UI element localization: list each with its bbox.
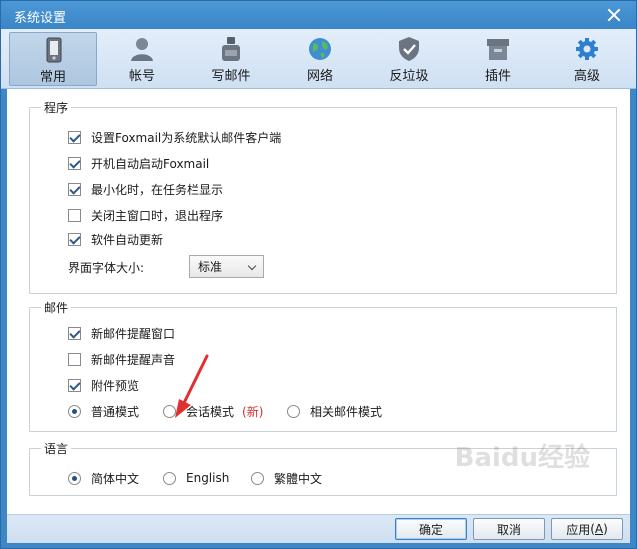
group-title: 邮件 bbox=[41, 299, 72, 316]
new-mail-popup-option[interactable]: 新邮件提醒窗口 bbox=[68, 324, 175, 342]
chevron-down-icon bbox=[247, 261, 257, 271]
option-label: 开机自动启动Foxmail bbox=[91, 156, 210, 171]
watermark: Baidu经验 bbox=[454, 443, 590, 473]
option-label: 新邮件提醒声音 bbox=[91, 352, 176, 367]
simplified-chinese-option[interactable]: 简体中文 bbox=[68, 469, 139, 487]
group-title: 语言 bbox=[41, 440, 72, 457]
ink-bottle-icon bbox=[222, 37, 240, 61]
radio-button[interactable] bbox=[68, 404, 81, 418]
tab-advanced[interactable]: 高级 bbox=[543, 32, 631, 86]
tab-label: 插件 bbox=[484, 69, 511, 84]
close-exit-option[interactable]: 关闭主窗口时，退出程序 bbox=[68, 206, 223, 224]
radio-button[interactable] bbox=[163, 404, 176, 418]
apply-button[interactable]: 应用(A) bbox=[551, 518, 623, 540]
window-title: 系统设置 bbox=[14, 11, 67, 26]
checkbox[interactable] bbox=[68, 156, 81, 170]
close-icon[interactable] bbox=[604, 5, 624, 25]
category-toolbar: 常用 帐号 写邮件 网络 反垃圾 插件 高级 bbox=[1, 29, 636, 89]
option-label: 繁體中文 bbox=[274, 471, 323, 486]
apply-shortcut: A bbox=[594, 522, 604, 536]
radio-button[interactable] bbox=[287, 404, 300, 418]
box-icon bbox=[487, 39, 509, 60]
tab-compose[interactable]: 写邮件 bbox=[187, 32, 275, 86]
option-label: 简体中文 bbox=[91, 471, 140, 486]
font-size-select[interactable]: 标准 bbox=[189, 255, 264, 278]
tab-label: 网络 bbox=[306, 69, 333, 84]
english-option[interactable]: English bbox=[163, 469, 229, 487]
mail-group: 邮件 新邮件提醒窗口 新邮件提醒声音 附件预览 普通模式 会话模式 (新) 相关… bbox=[29, 299, 617, 432]
default-client-option[interactable]: 设置Foxmail为系统默认邮件客户端 bbox=[68, 128, 281, 146]
dialog-footer: 确定 取消 应用(A) bbox=[7, 514, 630, 543]
tab-label: 常用 bbox=[39, 70, 66, 85]
option-label: 设置Foxmail为系统默认邮件客户端 bbox=[91, 130, 282, 145]
new-mail-sound-option[interactable]: 新邮件提醒声音 bbox=[68, 350, 175, 368]
radio-button[interactable] bbox=[68, 471, 81, 485]
auto-update-option[interactable]: 软件自动更新 bbox=[68, 230, 163, 248]
tab-label: 写邮件 bbox=[211, 69, 251, 84]
group-title: 程序 bbox=[41, 99, 72, 116]
option-label: 普通模式 bbox=[91, 404, 140, 419]
checkbox[interactable] bbox=[68, 182, 81, 196]
new-badge: (新) bbox=[242, 404, 264, 419]
attachment-preview-option[interactable]: 附件预览 bbox=[68, 376, 139, 394]
settings-panel: 程序 设置Foxmail为系统默认邮件客户端 开机自动启动Foxmail 最小化… bbox=[7, 89, 630, 514]
tab-general[interactable]: 常用 bbox=[9, 32, 97, 86]
option-label: 附件预览 bbox=[91, 378, 140, 393]
radio-button[interactable] bbox=[163, 471, 176, 485]
tab-label: 高级 bbox=[573, 69, 600, 84]
gear-icon bbox=[576, 38, 598, 60]
apply-label: 应用 bbox=[566, 522, 591, 537]
option-label: 关闭主窗口时，退出程序 bbox=[91, 208, 224, 223]
font-size-value: 标准 bbox=[198, 260, 223, 274]
font-size-label: 界面字体大小: bbox=[68, 260, 145, 275]
tab-plugins[interactable]: 插件 bbox=[454, 32, 542, 86]
conversation-mode-option[interactable]: 会话模式 (新) bbox=[163, 402, 263, 420]
user-icon bbox=[131, 38, 153, 61]
autostart-option[interactable]: 开机自动启动Foxmail bbox=[68, 154, 209, 172]
tab-label: 反垃圾 bbox=[389, 69, 429, 84]
related-mail-mode-option[interactable]: 相关邮件模式 bbox=[287, 402, 382, 420]
option-label: 会话模式 bbox=[186, 404, 235, 419]
tab-network[interactable]: 网络 bbox=[276, 32, 364, 86]
checkbox[interactable] bbox=[68, 130, 81, 144]
radio-button[interactable] bbox=[251, 471, 264, 485]
option-label: English bbox=[186, 471, 230, 485]
cancel-button[interactable]: 取消 bbox=[473, 518, 545, 540]
font-size-row: 界面字体大小: 标准 bbox=[68, 255, 268, 278]
tab-antispam[interactable]: 反垃圾 bbox=[365, 32, 453, 86]
option-label: 最小化时，在任务栏显示 bbox=[91, 182, 224, 197]
normal-mode-option[interactable]: 普通模式 bbox=[68, 402, 139, 420]
title-bar: 系统设置 bbox=[1, 1, 636, 29]
option-label: 新邮件提醒窗口 bbox=[91, 326, 176, 341]
tab-account[interactable]: 帐号 bbox=[98, 32, 186, 86]
program-group: 程序 设置Foxmail为系统默认邮件客户端 开机自动启动Foxmail 最小化… bbox=[29, 99, 617, 294]
minimize-taskbar-option[interactable]: 最小化时，在任务栏显示 bbox=[68, 180, 223, 198]
checkbox[interactable] bbox=[68, 326, 81, 340]
option-label: 相关邮件模式 bbox=[310, 404, 383, 419]
settings-window: 系统设置 常用 帐号 写邮件 网络 反垃圾 插件 高级 程序 设置Foxmail… bbox=[0, 0, 637, 549]
checkbox[interactable] bbox=[68, 232, 81, 246]
globe-icon bbox=[309, 38, 331, 60]
shield-icon bbox=[399, 37, 419, 61]
checkbox[interactable] bbox=[68, 352, 81, 366]
phone-icon bbox=[46, 37, 62, 63]
checkbox[interactable] bbox=[68, 208, 81, 222]
option-label: 软件自动更新 bbox=[91, 232, 164, 247]
ok-button[interactable]: 确定 bbox=[395, 518, 467, 540]
tab-label: 帐号 bbox=[128, 69, 155, 84]
traditional-chinese-option[interactable]: 繁體中文 bbox=[251, 469, 322, 487]
checkbox[interactable] bbox=[68, 378, 81, 392]
